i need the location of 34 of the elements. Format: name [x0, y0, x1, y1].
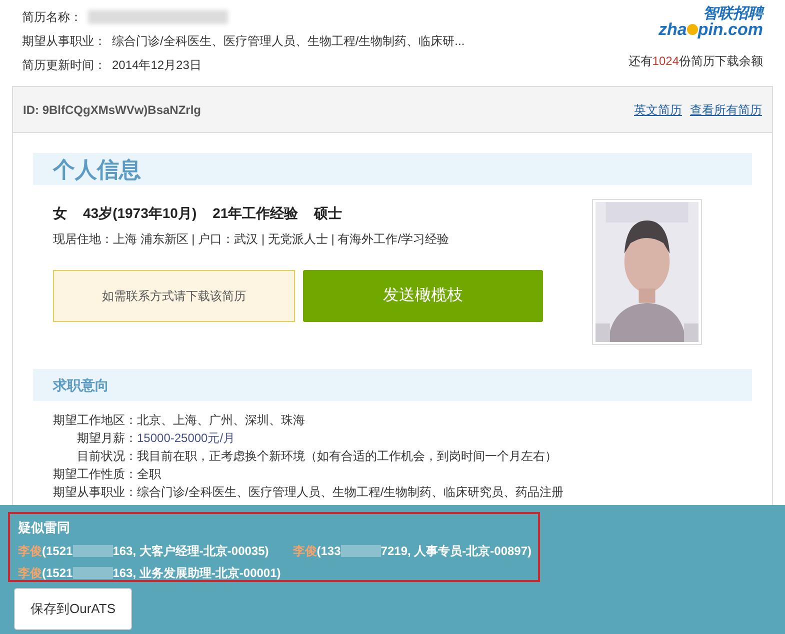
intent-value: 综合门诊/全科医生、医疗管理人员、生物工程/生物制药、临床研究员、药品注册 [137, 484, 564, 499]
download-notice: 如需联系方式请下载该简历 [53, 270, 295, 322]
save-button[interactable]: 保存到OurATS [14, 588, 132, 630]
similar-match[interactable]: 李俊(1521 163, 业务发展助理-北京-00001) [18, 564, 281, 582]
similar-match[interactable]: 李俊(1521 163, 大客户经理-北京-00035) [18, 542, 269, 560]
intent-value: 北京、上海、广州、深圳、珠海 [137, 412, 305, 427]
section-heading: 个人信息 [53, 156, 141, 184]
field-label: 简历更新时间： [22, 57, 106, 74]
logo: 智联招聘 zha pin.com [658, 6, 763, 38]
field-value: 2014年12月23日 [112, 57, 202, 74]
intent-value: 15000-25000元/月 [137, 430, 236, 445]
summary-item: 硕士 [314, 204, 342, 223]
download-quota: 还有1024份简历下载余额 [628, 53, 763, 70]
resume-link[interactable]: 英文简历 [634, 100, 682, 118]
intent-value: 我目前在职，正考虑换个新环境（如有合适的工作机会，到岗时间一个月左右） [137, 448, 557, 463]
field-label: 简历名称： [22, 9, 82, 26]
residence-details: 现居住地：上海 浦东新区 | 户口：武汉 | 无党派人士 | 有海外工作/学习经验 [53, 231, 450, 248]
field-value: 综合门诊/全科医生、医疗管理人员、生物工程/生物制药、临床研... [112, 33, 465, 50]
similar-match[interactable]: 李俊(133 7219, 人事专员-北京-00897) [292, 542, 532, 560]
intent-label: 目前状况： [77, 448, 137, 463]
resume-id: ID: 9BlfCQgXMsWVw)BsaNZrlg [23, 102, 202, 118]
summary-item: 43岁(1973年10月) [83, 204, 197, 223]
field-label: 期望从事职业： [22, 33, 106, 50]
summary-item: 女 [53, 204, 67, 223]
resume-link[interactable]: 查看所有简历 [690, 100, 762, 118]
similar-title: 疑似雷同 [18, 519, 71, 537]
intent-label: 期望从事职业： [53, 484, 137, 499]
send-button[interactable]: 发送橄榄枝 [303, 270, 543, 322]
section-heading: 求职意向 [53, 376, 109, 394]
intent-label: 期望工作性质： [53, 466, 137, 481]
intent-value: 全职 [137, 466, 161, 481]
intent-label: 期望工作地区： [53, 412, 137, 427]
summary-item: 21年工作经验 [212, 204, 298, 223]
intent-label: 期望月薪： [77, 430, 137, 445]
